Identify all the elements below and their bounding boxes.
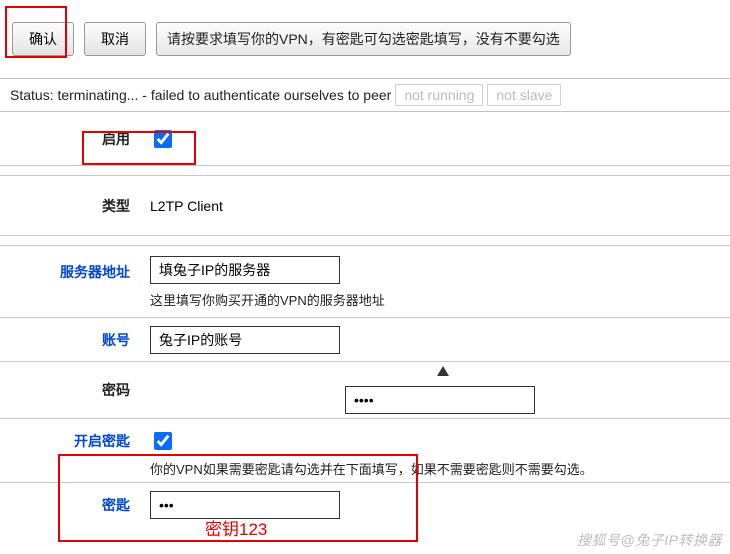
- status-not-running: not running: [395, 84, 483, 106]
- status-not-slave: not slave: [487, 84, 561, 106]
- password-label: 密码: [0, 380, 150, 400]
- status-text: Status: terminating... - failed to authe…: [10, 87, 391, 103]
- row-type: 类型 L2TP Client: [0, 176, 730, 236]
- server-hint: 这里填写你购买开通的VPN的服务器地址: [150, 290, 730, 309]
- row-account: 账号: [0, 318, 730, 362]
- password-input[interactable]: [345, 386, 535, 414]
- instruction-text: 请按要求填写你的VPN，有密匙可勾选密匙填写，没有不要勾选: [156, 22, 571, 56]
- account-label: 账号: [0, 330, 150, 350]
- row-key: 密匙: [0, 483, 730, 527]
- type-label: 类型: [0, 196, 150, 216]
- enable-checkbox[interactable]: [154, 130, 172, 148]
- row-enable: 启用: [0, 112, 730, 166]
- watermark: 搜狐号@兔子IP转换器: [577, 530, 722, 550]
- spacer: [0, 166, 730, 176]
- server-input[interactable]: [150, 256, 340, 284]
- row-open-key: 开启密匙 你的VPN如果需要密匙请勾选并在下面填写，如果不需要密匙则不需要勾选。: [0, 419, 730, 483]
- confirm-button[interactable]: 确认: [12, 22, 74, 56]
- spacer: [0, 236, 730, 246]
- key-label: 密匙: [0, 495, 150, 515]
- enable-label: 启用: [0, 129, 150, 149]
- account-input[interactable]: [150, 326, 340, 354]
- expand-up-icon[interactable]: [437, 366, 449, 376]
- row-server: 服务器地址 这里填写你购买开通的VPN的服务器地址: [0, 246, 730, 318]
- open-key-checkbox[interactable]: [154, 432, 172, 450]
- server-label: 服务器地址: [0, 256, 150, 282]
- open-key-hint: 你的VPN如果需要密匙请勾选并在下面填写，如果不需要密匙则不需要勾选。: [150, 459, 730, 478]
- open-key-label: 开启密匙: [0, 429, 150, 451]
- type-value: L2TP Client: [150, 198, 730, 214]
- key-input[interactable]: [150, 491, 340, 519]
- status-bar: Status: terminating... - failed to authe…: [0, 78, 730, 112]
- row-password: 密码: [0, 362, 730, 419]
- cancel-button[interactable]: 取消: [84, 22, 146, 56]
- toolbar: 确认 取消 请按要求填写你的VPN，有密匙可勾选密匙填写，没有不要勾选: [0, 0, 730, 74]
